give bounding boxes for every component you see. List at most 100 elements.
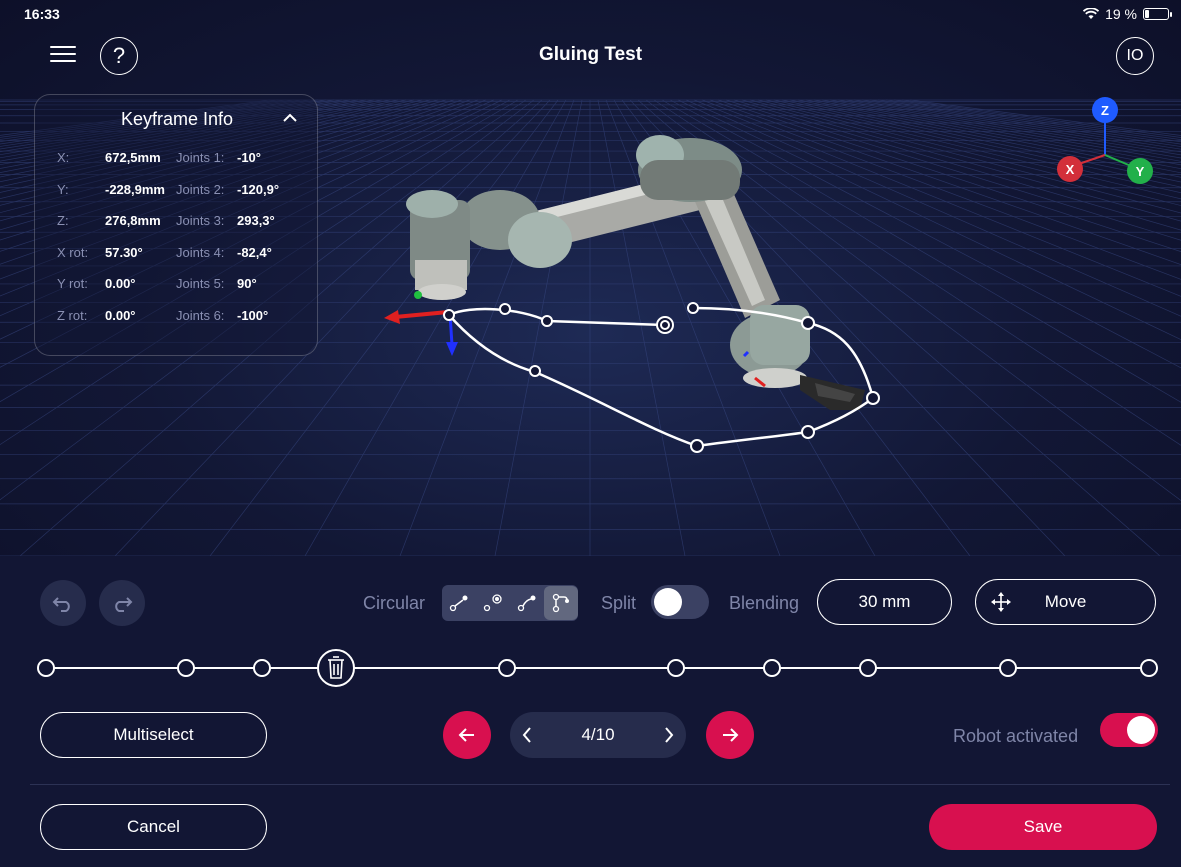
move-label: Move <box>1044 592 1087 611</box>
timeline-keyframe[interactable] <box>763 659 781 677</box>
3d-viewport[interactable]: 16:33 19 % ? Gluing Test IO Keyframe Inf… <box>0 0 1181 556</box>
split-toggle[interactable] <box>651 585 709 619</box>
motion-spline-option[interactable] <box>544 586 578 620</box>
status-indicators: 19 % <box>1083 6 1172 22</box>
waypoint[interactable] <box>690 439 704 453</box>
keyframe-coord-value: 672,5mm <box>105 150 161 165</box>
timeline-keyframe[interactable] <box>667 659 685 677</box>
waypoint[interactable] <box>499 303 511 315</box>
keyframe-coord-value: -228,9mm <box>105 181 165 197</box>
timeline-keyframe[interactable] <box>859 659 877 677</box>
circular-label: Circular <box>363 593 426 613</box>
keyframe-row: Y: -228,9mm Joints 2: -120,9° <box>57 182 317 200</box>
timeline-keyframe-selected[interactable] <box>317 649 355 687</box>
move-button[interactable]: Move <box>975 579 1156 625</box>
timeline-keyframe[interactable] <box>498 659 516 677</box>
keyframe-coord-value: 276,8mm <box>105 213 161 228</box>
keyframe-coord-label: Y rot: <box>57 276 88 291</box>
move-arrows-icon <box>991 592 1011 612</box>
timeline-keyframe[interactable] <box>253 659 271 677</box>
timeline-keyframe[interactable] <box>999 659 1017 677</box>
path-waypoints[interactable] <box>443 302 880 453</box>
keyframe-joint-label: Joints 4: <box>176 244 225 260</box>
y-axis-label: Y <box>1136 164 1145 179</box>
waypoint[interactable] <box>443 309 455 321</box>
divider <box>30 784 1170 785</box>
keyframe-joint-value: -82,4° <box>237 244 272 260</box>
header: ? Gluing Test IO <box>0 28 1181 84</box>
save-label: Save <box>1023 817 1063 836</box>
keyframe-pager: 4/10 <box>510 712 686 758</box>
arrow-left-icon <box>458 728 474 742</box>
keyframe-coord-value: 57.30° <box>105 244 143 260</box>
keyframe-joint-label: Joints 5: <box>176 276 225 291</box>
wifi-icon <box>1083 8 1100 19</box>
waypoint[interactable] <box>541 315 553 327</box>
redo-icon <box>115 597 133 612</box>
io-button[interactable]: IO <box>1116 37 1154 75</box>
io-label: IO <box>1126 47 1144 64</box>
undo-button[interactable] <box>40 580 86 626</box>
redo-button[interactable] <box>99 580 145 626</box>
keyframe-joint-label: Joints 2: <box>176 181 225 197</box>
circular-path-icon <box>483 594 502 612</box>
waypoint[interactable] <box>529 365 541 377</box>
arrow-right-icon <box>723 728 739 742</box>
motion-joint-option[interactable] <box>510 585 544 621</box>
keyframe-row: Z rot: 0.00° Joints 6: -100° <box>57 308 317 326</box>
blending-value-button[interactable]: 30 mm <box>817 579 952 625</box>
split-label: Split <box>601 593 637 613</box>
keyframe-row: Y rot: 0.00° Joints 5: 90° <box>57 276 317 294</box>
waypoint[interactable] <box>687 302 699 314</box>
status-time: 16:33 <box>24 6 60 22</box>
chevron-up-icon[interactable] <box>281 109 299 127</box>
save-button[interactable]: Save <box>929 804 1157 850</box>
chevron-right-icon[interactable] <box>662 725 676 745</box>
keyframe-coord-label: Z rot: <box>57 307 88 323</box>
multiselect-button[interactable]: Multiselect <box>40 712 267 758</box>
keyframe-joint-value: -120,9° <box>237 181 280 197</box>
timeline-keyframe[interactable] <box>177 659 195 677</box>
keyframe-row: X: 672,5mm Joints 1: -10° <box>57 150 317 168</box>
battery-icon <box>1143 8 1172 20</box>
keyframe-joint-label: Joints 6: <box>176 307 225 323</box>
keyframe-info-panel: Keyframe Info X: 672,5mm Joints 1: -10° Y: -2… <box>34 94 318 356</box>
x-axis-label: X <box>1066 162 1075 177</box>
axis-gizmo[interactable]: Z X Y <box>1050 95 1160 190</box>
previous-keyframe-button[interactable] <box>443 711 491 759</box>
joint-path-icon <box>517 595 536 612</box>
split-toggle-knob <box>654 588 682 616</box>
linear-path-icon <box>449 595 468 612</box>
keyframe-coord-label: Z: <box>57 213 69 228</box>
page-indicator: 4/10 <box>581 725 615 744</box>
control-panel: Circular Split Blending 30 mm Move Multi… <box>0 556 1181 867</box>
motion-linear-option[interactable] <box>442 585 476 621</box>
cancel-label: Cancel <box>127 817 180 836</box>
waypoint[interactable] <box>866 391 880 405</box>
keyframe-coord-label: Y: <box>57 181 69 197</box>
next-keyframe-button[interactable] <box>706 711 754 759</box>
keyframe-coord-value: 0.00° <box>105 307 136 323</box>
keyframe-joint-value: -100° <box>237 307 269 323</box>
robot-activated-toggle[interactable] <box>1100 713 1158 747</box>
cancel-button[interactable]: Cancel <box>40 804 267 850</box>
timeline-keyframe[interactable] <box>37 659 55 677</box>
battery-text: 19 % <box>1105 6 1137 22</box>
keyframe-timeline[interactable] <box>0 636 1181 702</box>
waypoint-selected-inner <box>660 320 670 330</box>
motion-circular-option[interactable] <box>476 585 510 621</box>
keyframe-coord-label: X: <box>57 150 70 165</box>
timeline-keyframe[interactable] <box>1140 659 1158 677</box>
waypoint[interactable] <box>801 425 815 439</box>
z-axis-label: Z <box>1101 103 1109 118</box>
keyframe-joint-label: Joints 1: <box>176 150 225 165</box>
keyframe-joint-value: -10° <box>237 150 261 165</box>
page-title: Gluing Test <box>538 44 643 65</box>
keyframe-joint-value: 90° <box>237 276 257 291</box>
waypoint[interactable] <box>801 316 815 330</box>
keyframe-row: Z: 276,8mm Joints 3: 293,3° <box>57 213 317 231</box>
undo-icon <box>52 597 70 612</box>
status-bar: 16:33 19 % <box>0 0 1181 28</box>
keyframe-joint-label: Joints 3: <box>176 213 225 228</box>
blending-label: Blending <box>729 593 800 613</box>
